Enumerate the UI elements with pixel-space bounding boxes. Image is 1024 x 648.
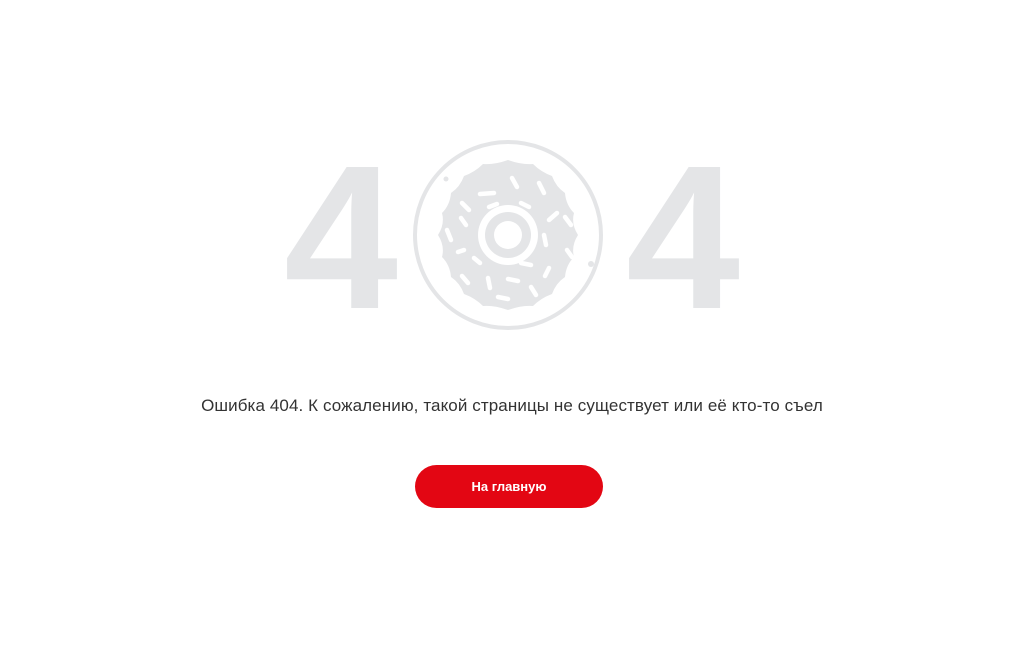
digit-left: 4 [284,123,398,352]
digit-right: 4 [626,123,740,352]
donut-icon [413,140,603,330]
error-message: Ошибка 404. К сожалению, такой страницы … [201,396,823,415]
error-404-illustration: 4 4 [0,0,1024,360]
home-button[interactable]: На главную [415,465,603,508]
error-page: 4 4 Ошибка 404. К сожалению, такой стран… [0,0,1024,648]
